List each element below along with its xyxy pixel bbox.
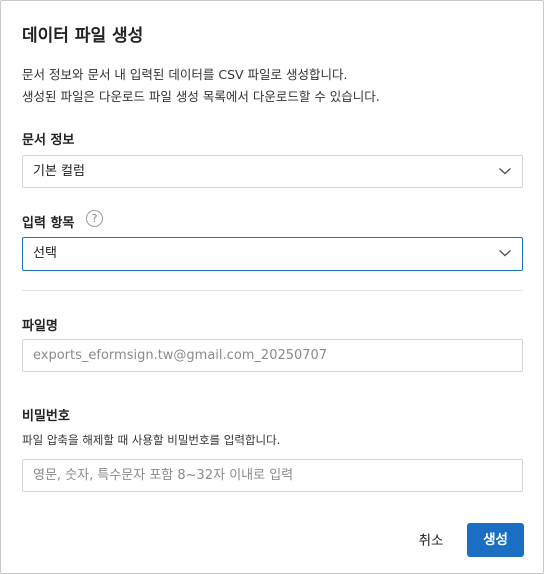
file-name-label: 파일명 [22, 319, 58, 334]
chevron-down-icon [499, 249, 511, 257]
cancel-button[interactable]: 취소 [409, 526, 453, 556]
question-circle-icon[interactable]: ? [86, 210, 103, 227]
input-items-label: 입력 항목 [22, 216, 75, 231]
description-line-1: 문서 정보와 문서 내 입력된 데이터를 CSV 파일로 생성합니다. [22, 67, 348, 82]
description-line-2: 생성된 파일은 다운로드 파일 생성 목록에서 다운로드할 수 있습니다. [22, 89, 380, 104]
input-items-selected-value: 선택 [33, 246, 57, 261]
password-label: 비밀번호 [22, 409, 70, 424]
create-button[interactable]: 생성 [467, 523, 524, 557]
document-info-select[interactable]: 기본 컬럼 [22, 155, 523, 188]
input-items-select[interactable]: 선택 [22, 237, 523, 271]
password-hint: 파일 압축을 해제할 때 사용할 비밀번호를 입력합니다. [22, 433, 281, 447]
file-name-field[interactable]: exports_eformsign.tw@gmail.com_20250707 [22, 339, 523, 372]
document-info-label: 문서 정보 [22, 133, 75, 148]
file-name-value: exports_eformsign.tw@gmail.com_20250707 [33, 348, 328, 363]
chevron-down-icon [499, 167, 511, 175]
dialog-title: 데이터 파일 생성 [22, 26, 144, 46]
dialog-description: 문서 정보와 문서 내 입력된 데이터를 CSV 파일로 생성합니다. 생성된 … [22, 64, 380, 108]
create-data-file-dialog: 데이터 파일 생성 문서 정보와 문서 내 입력된 데이터를 CSV 파일로 생… [0, 0, 544, 574]
password-placeholder: 영문, 숫자, 특수문자 포함 8~32자 이내로 입력 [33, 468, 294, 483]
section-divider [22, 290, 523, 291]
document-info-selected-value: 기본 컬럼 [33, 164, 85, 179]
password-field[interactable]: 영문, 숫자, 특수문자 포함 8~32자 이내로 입력 [22, 459, 523, 492]
